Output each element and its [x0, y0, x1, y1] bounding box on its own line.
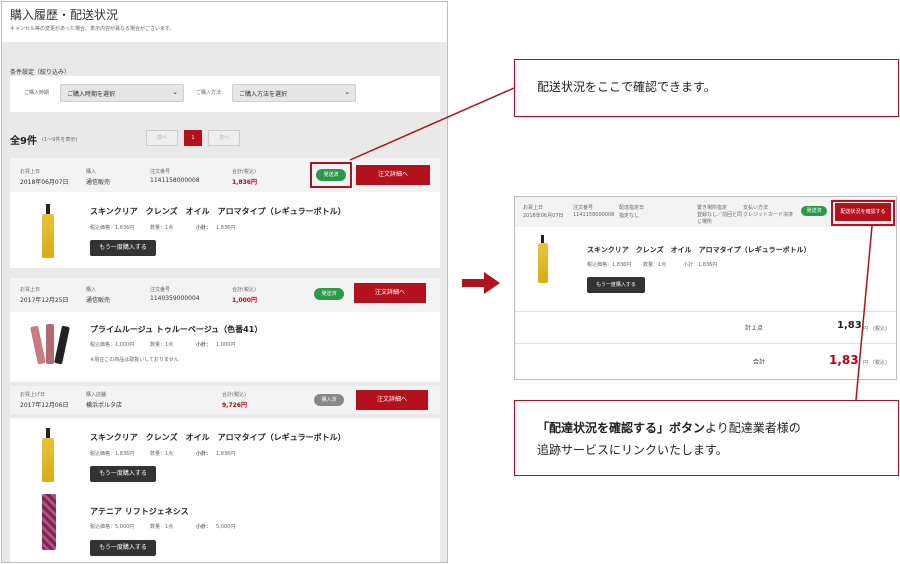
callout-top-text: 配送状況をここで確認できます。 [537, 80, 716, 94]
callout-bottom-bold: 「配達状況を確認する」ボタン [537, 421, 706, 435]
callout-bottom-line1: 「配達状況を確認する」ボタンより配達業者様の [537, 419, 801, 436]
callout-bottom: 「配達状況を確認する」ボタンより配達業者様の 追跡サービスにリンクいたします。 [514, 400, 899, 476]
stage: 購入履歴・配送状況 キャンセル等の変更があった場合、表示内容が異なる場合がござい… [0, 0, 900, 564]
callout-bottom-rest: より配達業者様の [705, 421, 801, 435]
callout-top: 配送状況をここで確認できます。 [514, 59, 899, 117]
callout-bottom-line2: 追跡サービスにリンクいたします。 [537, 443, 728, 457]
